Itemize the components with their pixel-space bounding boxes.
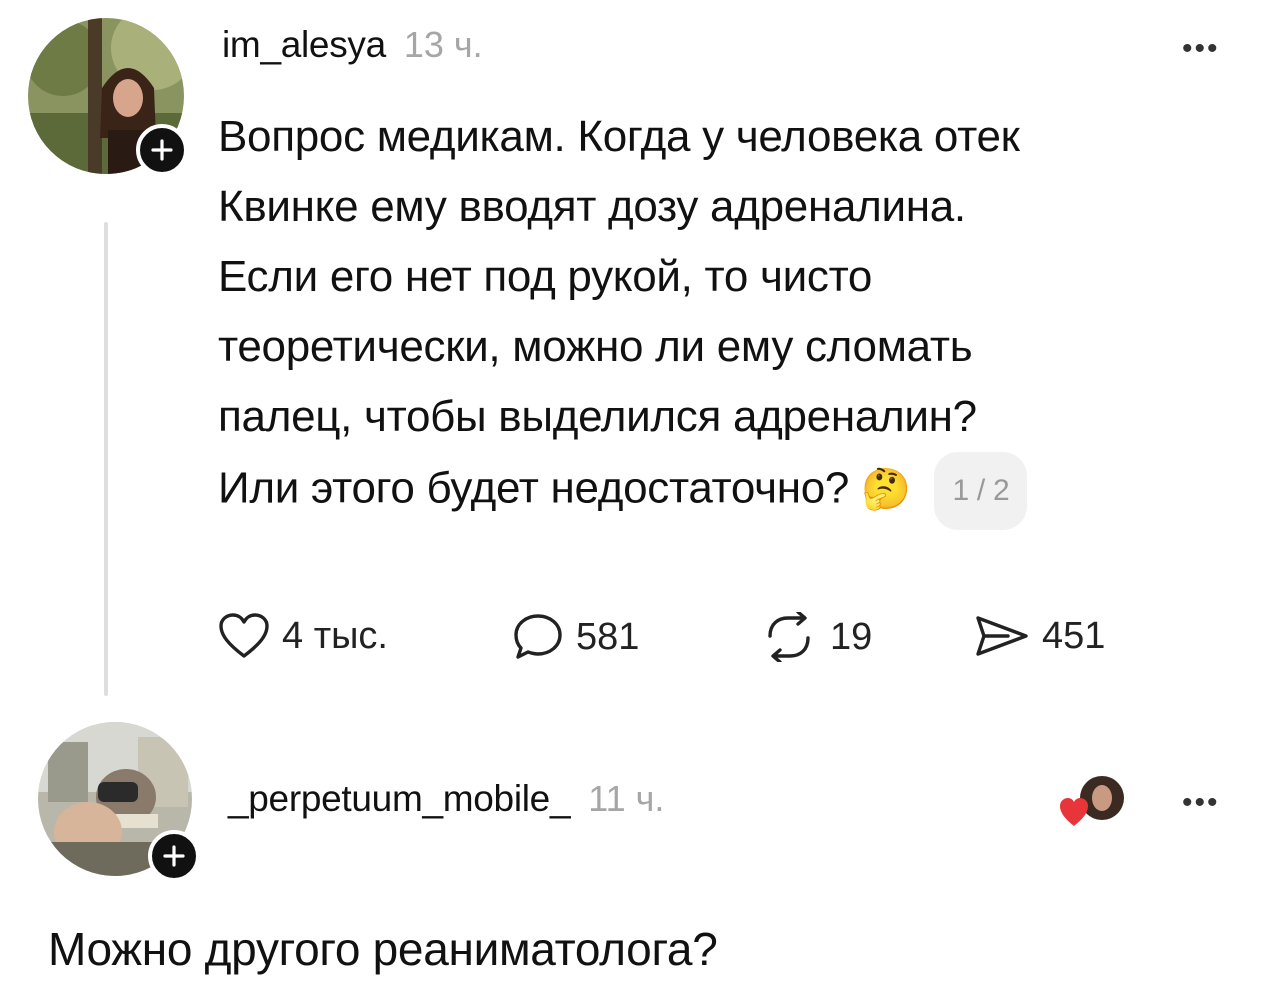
post-more-button[interactable]: ••• bbox=[1182, 32, 1220, 66]
post-text-line: Если его нет под рукой, то чисто bbox=[218, 252, 873, 301]
thread-line bbox=[104, 222, 108, 696]
action-like[interactable]: 4 тыс. bbox=[218, 612, 388, 660]
plus-icon bbox=[151, 139, 173, 161]
post-text-line-last: Или этого будет недостаточно? 🤔 1 / 2 bbox=[218, 452, 1028, 530]
post-text-line: Вопрос медикам. Когда у человека отек bbox=[218, 112, 1020, 161]
follow-button[interactable] bbox=[136, 124, 188, 176]
post-text-line: палец, чтобы выделился адреналин? bbox=[218, 392, 977, 441]
action-share[interactable]: 451 bbox=[974, 612, 1105, 660]
reply-more-button[interactable]: ••• bbox=[1182, 786, 1220, 820]
post-username[interactable]: im_alesya bbox=[222, 24, 386, 66]
action-comment[interactable]: 581 bbox=[512, 612, 639, 662]
share-count: 451 bbox=[1042, 614, 1106, 657]
comment-icon bbox=[514, 614, 562, 659]
plus-icon bbox=[163, 845, 185, 867]
repost-count: 19 bbox=[830, 615, 873, 658]
reply-timestamp: 11 ч. bbox=[588, 778, 665, 819]
reply-header: _perpetuum_mobile_ 11 ч. bbox=[228, 778, 664, 820]
reply-text: Можно другого реаниматолога? bbox=[48, 923, 718, 975]
action-repost[interactable]: 19 bbox=[760, 612, 872, 662]
reply-username[interactable]: _perpetuum_mobile_ bbox=[228, 778, 571, 820]
post-timestamp: 13 ч. bbox=[403, 24, 483, 65]
post-body: Вопрос медикам. Когда у человека отек Кв… bbox=[218, 102, 1028, 530]
author-liked-indicator bbox=[1056, 774, 1132, 834]
post-text-line: теоретически, можно ли ему сломать bbox=[218, 322, 973, 371]
follow-button[interactable] bbox=[148, 830, 200, 882]
heart-icon bbox=[219, 613, 269, 658]
post-text-line: Или этого будет недостаточно? bbox=[218, 463, 850, 513]
post-text-line: Квинке ему вводят дозу адреналина. bbox=[218, 182, 966, 231]
repost-icon bbox=[768, 612, 810, 662]
thinking-face-emoji: 🤔 bbox=[861, 467, 911, 512]
send-icon bbox=[976, 616, 1028, 656]
like-count: 4 тыс. bbox=[282, 614, 388, 657]
comment-count: 581 bbox=[576, 615, 640, 658]
author-liked-icon bbox=[1060, 776, 1124, 826]
post-header: im_alesya 13 ч. bbox=[222, 24, 483, 66]
carousel-page-indicator: 1 / 2 bbox=[934, 452, 1028, 530]
